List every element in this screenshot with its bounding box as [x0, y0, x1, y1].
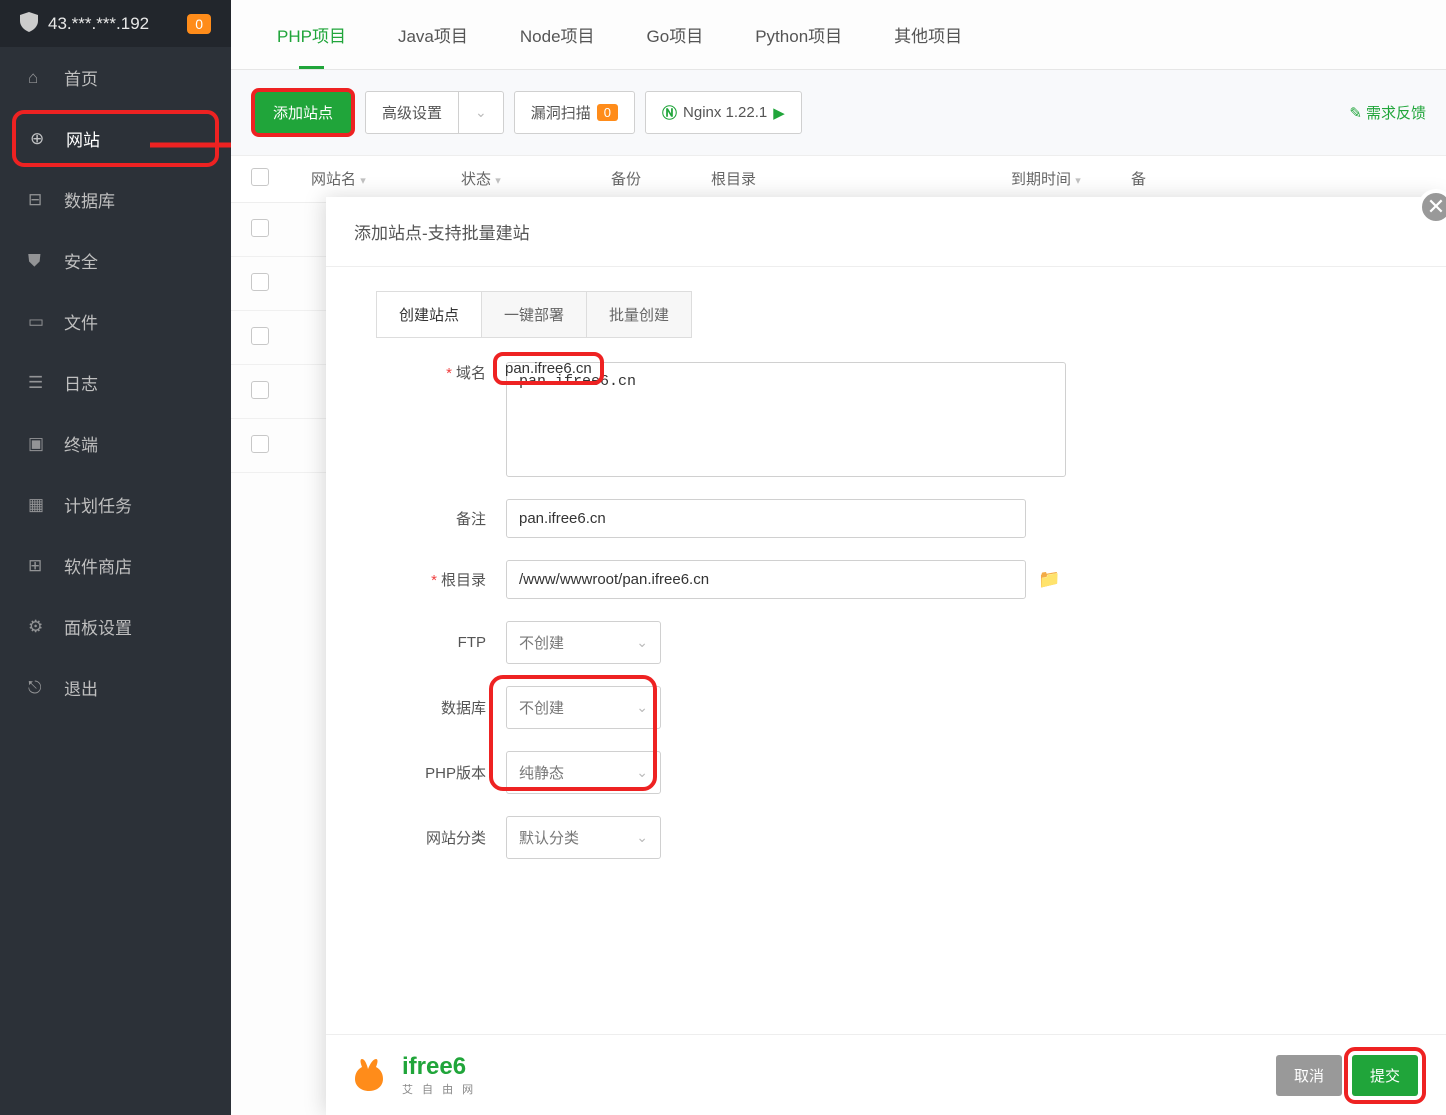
cancel-button[interactable]: 取消: [1276, 1055, 1342, 1096]
add-site-modal: ✕ 添加站点-支持批量建站 创建站点 一键部署 批量创建 *域名 pan.ifr…: [326, 197, 1446, 1115]
th-status[interactable]: 状态 ▾: [451, 168, 601, 190]
root-input[interactable]: [506, 560, 1026, 599]
scan-badge: 0: [597, 104, 618, 121]
nginx-button[interactable]: Ⓝ Nginx 1.22.1 ▶: [645, 91, 802, 134]
modal-footer: ifree6 艾 自 由 网 取消 提交: [326, 1034, 1446, 1115]
modal-tab-batch[interactable]: 批量创建: [587, 292, 691, 337]
th-backup: 备份: [601, 168, 701, 190]
row-checkbox[interactable]: [251, 381, 269, 399]
th-expire[interactable]: 到期时间 ▾: [1001, 168, 1121, 190]
nav-security[interactable]: ⛊安全: [0, 230, 231, 291]
play-icon: ▶: [773, 104, 785, 122]
note-input[interactable]: [506, 499, 1026, 538]
nav-logout[interactable]: ⎋退出: [0, 657, 231, 718]
terminal-icon: ▣: [28, 434, 48, 454]
th-name[interactable]: 网站名 ▾: [301, 168, 451, 190]
sidebar-header: 43.***.***.192 0: [0, 0, 231, 47]
tab-php[interactable]: PHP项目: [251, 0, 372, 69]
shield-check-icon: ⛊: [28, 251, 48, 271]
select-all-checkbox[interactable]: [251, 168, 269, 186]
tab-java[interactable]: Java项目: [372, 0, 494, 69]
shield-icon: [20, 12, 38, 35]
nav-settings[interactable]: ⚙面板设置: [0, 596, 231, 657]
chevron-down-icon: ⌄: [636, 829, 648, 846]
chevron-down-icon: ⌄: [636, 634, 648, 651]
close-icon: ✕: [1427, 194, 1445, 220]
nav-website[interactable]: ⊕网站: [12, 110, 219, 167]
sidebar: 43.***.***.192 0 ⌂首页 ⊕网站 ⊟数据库 ⛊安全 ▭文件 ☰日…: [0, 0, 231, 1115]
category-select[interactable]: 默认分类⌄: [506, 816, 661, 859]
sort-icon: ▾: [1075, 175, 1081, 187]
th-root: 根目录: [701, 168, 1001, 190]
row-checkbox[interactable]: [251, 219, 269, 237]
folder-browse-icon[interactable]: 📁: [1038, 569, 1060, 590]
db-select[interactable]: 不创建⌄: [506, 686, 661, 729]
nav-cron[interactable]: ▦计划任务: [0, 474, 231, 535]
submit-button[interactable]: 提交: [1352, 1055, 1418, 1096]
annotation-domain-highlight: pan.ifree6.cn: [493, 352, 604, 385]
site-form: *域名 pan.ifree6.cn 备注 *根目录 📁 FTP 不创建⌄ 数据库…: [326, 338, 1446, 905]
ftp-select[interactable]: 不创建⌄: [506, 621, 661, 664]
nav-store[interactable]: ⊞软件商店: [0, 535, 231, 596]
advanced-button[interactable]: 高级设置: [365, 91, 459, 134]
nginx-icon: Ⓝ: [662, 102, 677, 123]
notification-badge[interactable]: 0: [187, 14, 211, 34]
add-site-button[interactable]: 添加站点: [251, 88, 355, 137]
chevron-down-icon: ⌄: [475, 104, 487, 121]
logo: ifree6 艾 自 由 网: [354, 1053, 476, 1097]
row-checkbox[interactable]: [251, 327, 269, 345]
chevron-down-icon: ⌄: [636, 764, 648, 781]
edit-icon: ✎: [1349, 104, 1362, 122]
nav-home[interactable]: ⌂首页: [0, 47, 231, 108]
tab-python[interactable]: Python项目: [729, 0, 868, 69]
advanced-group: 高级设置 ⌄: [365, 91, 504, 134]
feedback-link[interactable]: ✎需求反馈: [1349, 102, 1426, 123]
modal-tabs: 创建站点 一键部署 批量创建: [376, 291, 692, 338]
modal-tab-deploy[interactable]: 一键部署: [482, 292, 587, 337]
server-ip: 43.***.***.192: [48, 14, 187, 34]
grid-icon: ⊞: [28, 556, 48, 576]
database-icon: ⊟: [28, 190, 48, 210]
modal-tab-create[interactable]: 创建站点: [377, 292, 482, 337]
row-checkbox[interactable]: [251, 435, 269, 453]
logo-subtitle: 艾 自 由 网: [402, 1081, 476, 1097]
modal-title: 添加站点-支持批量建站: [326, 197, 1446, 267]
th-note: 备: [1121, 168, 1156, 190]
nav-logs[interactable]: ☰日志: [0, 352, 231, 413]
close-button[interactable]: ✕: [1418, 189, 1446, 225]
sort-icon: ▾: [495, 175, 501, 187]
gear-icon: ⚙: [28, 617, 48, 637]
advanced-dropdown[interactable]: ⌄: [459, 91, 504, 134]
toolbar: 添加站点 高级设置 ⌄ 漏洞扫描 0 Ⓝ Nginx 1.22.1 ▶ ✎需求反…: [231, 70, 1446, 156]
globe-icon: ⊕: [30, 129, 50, 149]
nav-database[interactable]: ⊟数据库: [0, 169, 231, 230]
folder-icon: ▭: [28, 312, 48, 332]
chevron-down-icon: ⌄: [636, 699, 648, 716]
logo-text: ifree6: [402, 1053, 476, 1081]
tab-other[interactable]: 其他项目: [868, 0, 988, 69]
tab-go[interactable]: Go项目: [621, 0, 730, 69]
scan-button[interactable]: 漏洞扫描 0: [514, 91, 635, 134]
list-icon: ☰: [28, 373, 48, 393]
project-tabs: PHP项目 Java项目 Node项目 Go项目 Python项目 其他项目: [231, 0, 1446, 70]
nav-terminal[interactable]: ▣终端: [0, 413, 231, 474]
nav-files[interactable]: ▭文件: [0, 291, 231, 352]
home-icon: ⌂: [28, 68, 48, 88]
logout-icon: ⎋: [28, 678, 48, 698]
rabbit-icon: [354, 1057, 394, 1093]
tab-node[interactable]: Node项目: [494, 0, 621, 69]
calendar-icon: ▦: [28, 495, 48, 515]
sort-icon: ▾: [360, 175, 366, 187]
php-select[interactable]: 纯静态⌄: [506, 751, 661, 794]
row-checkbox[interactable]: [251, 273, 269, 291]
table-header: 网站名 ▾ 状态 ▾ 备份 根目录 到期时间 ▾ 备: [231, 156, 1446, 203]
